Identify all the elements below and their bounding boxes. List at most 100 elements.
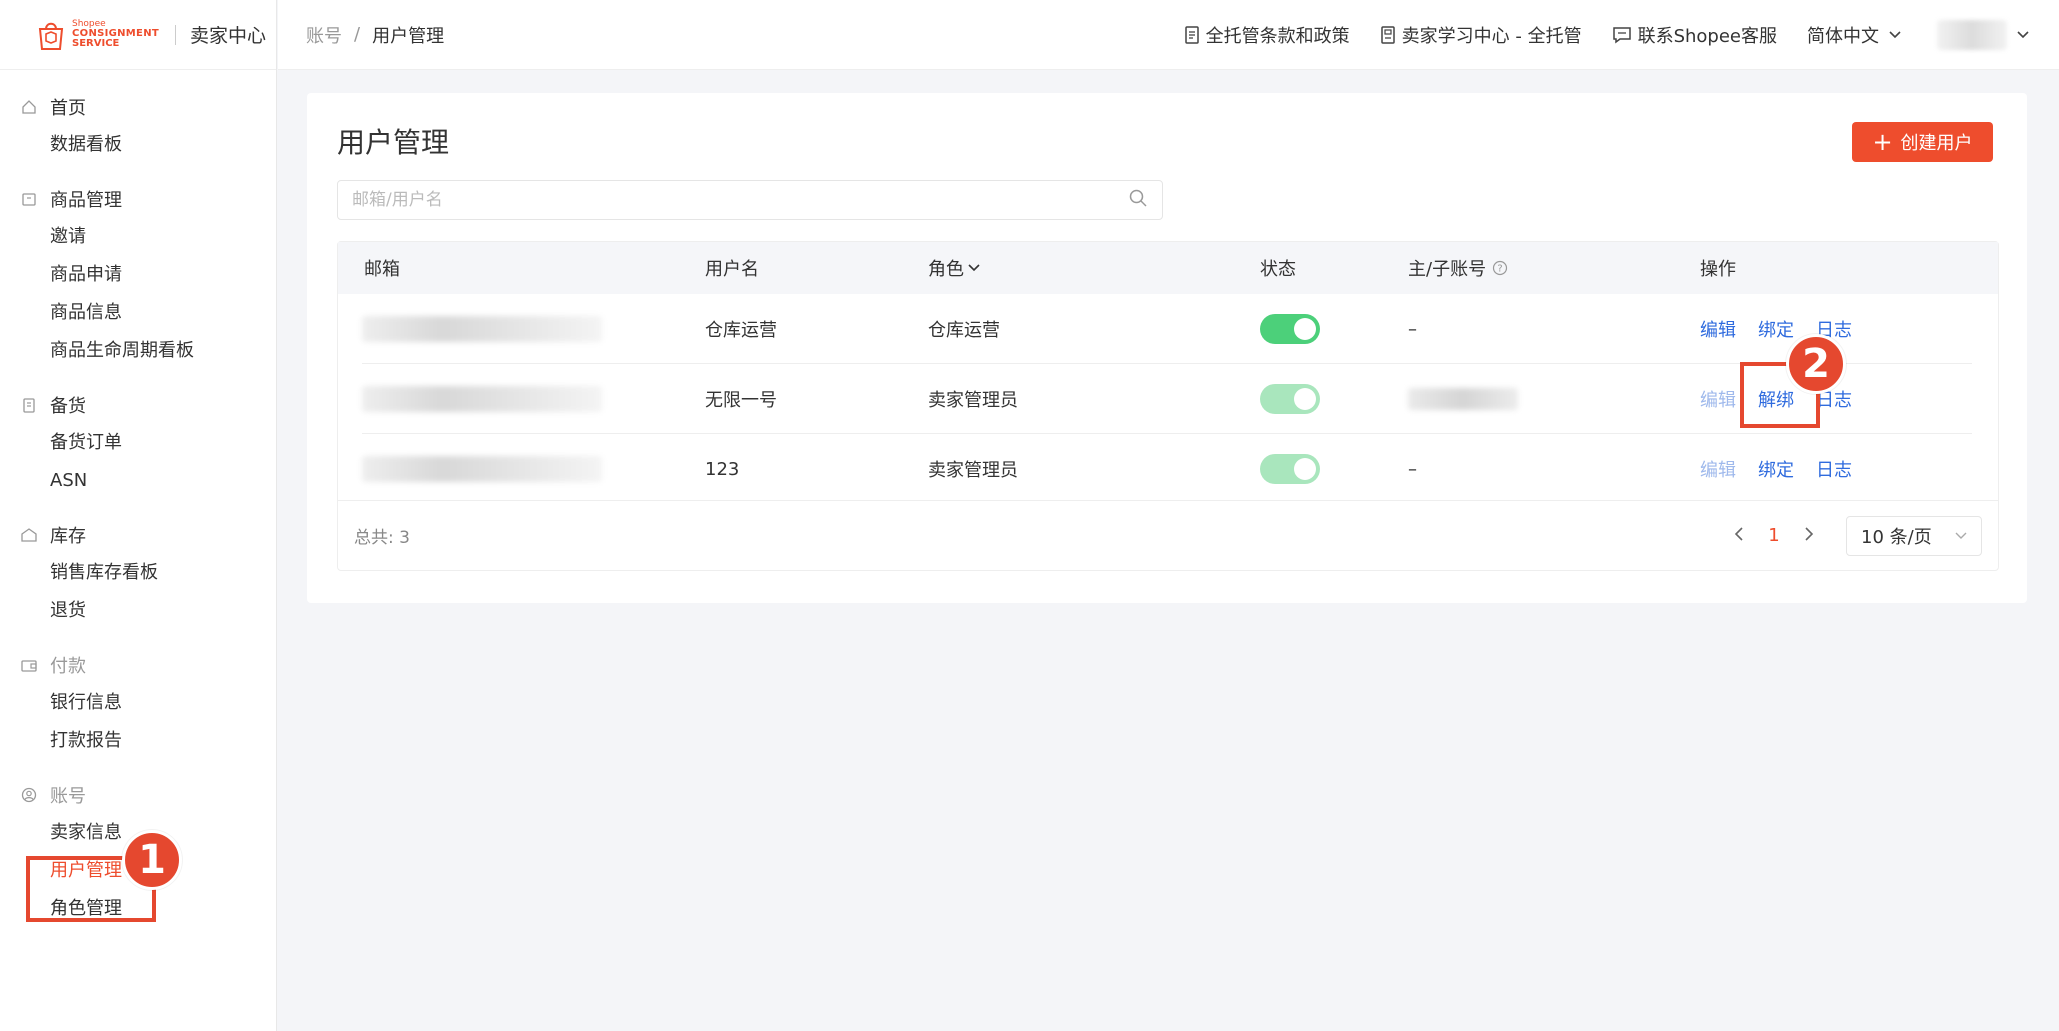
book-icon: [1380, 25, 1396, 44]
column-header-username: 用户名: [705, 259, 759, 280]
sidebar-group-header[interactable]: 商品管理: [0, 180, 276, 218]
column-header-role[interactable]: 角色: [928, 255, 980, 281]
sidebar-group-label: 账号: [50, 786, 86, 807]
sidebar-item[interactable]: 商品申请: [0, 256, 276, 294]
cell-username: 仓库运营: [705, 320, 777, 341]
sidebar-item[interactable]: 销售库存看板: [0, 554, 276, 592]
table-row: 仓库运营 仓库运营 – 编辑 绑定 日志: [362, 294, 1972, 364]
account-redacted: [1408, 388, 1518, 410]
cell-role: 卖家管理员: [928, 460, 1018, 481]
total-count: 总共: 3: [354, 528, 410, 548]
home-icon: [20, 98, 38, 116]
logo-area: Shopee CONSIGNMENT SERVICE 卖家中心: [0, 0, 276, 70]
next-page-icon[interactable]: [1794, 525, 1824, 546]
user-management-card: 用户管理 + 创建用户 邮箱 用户名 角色 状态 主/子账号 ?: [307, 93, 2027, 603]
status-toggle[interactable]: [1260, 384, 1320, 414]
bind-link[interactable]: 绑定: [1758, 456, 1794, 482]
logo-line3: SERVICE: [72, 38, 120, 49]
terms-policy-link[interactable]: 全托管条款和政策: [1184, 22, 1350, 48]
status-toggle[interactable]: [1260, 454, 1320, 484]
column-header-email: 邮箱: [364, 259, 400, 280]
contact-support-link[interactable]: 联系Shopee客服: [1612, 22, 1777, 48]
contact-support-label: 联系Shopee客服: [1637, 25, 1777, 47]
sidebar-item[interactable]: 备货订单: [0, 424, 276, 462]
header-links: 全托管条款和政策 卖家学习中心 - 全托管 联系Shopee客服 简体中文: [1154, 19, 2059, 50]
clipboard-icon: [20, 396, 38, 414]
sidebar-nav: 首页 数据看板 商品管理 邀请 商品申请 商品信息 商品生命周期看板 备货 备货订单 ASN 库存销…: [0, 70, 276, 928]
sidebar-item[interactable]: 银行信息: [0, 684, 276, 722]
cell-email: [362, 294, 602, 364]
toggle-knob: [1294, 388, 1316, 410]
sidebar-group: 备货 备货订单 ASN: [0, 386, 276, 500]
bind-link[interactable]: 绑定: [1758, 316, 1794, 342]
help-icon[interactable]: ?: [1492, 260, 1508, 276]
search-icon[interactable]: [1128, 188, 1148, 212]
sidebar-group-header[interactable]: 备货: [0, 386, 276, 424]
sidebar-group: 首页 数据看板: [0, 88, 276, 164]
prev-page-icon[interactable]: [1724, 525, 1754, 546]
search-box[interactable]: [337, 180, 1163, 220]
toggle-knob: [1294, 458, 1316, 480]
user-menu-chevron-icon[interactable]: [2017, 30, 2029, 39]
wallet-icon: [20, 656, 38, 674]
chat-icon: [1612, 26, 1632, 44]
email-redacted: [362, 386, 602, 412]
language-selector[interactable]: 简体中文: [1807, 22, 1901, 48]
cell-role: 卖家管理员: [928, 390, 1018, 411]
page-title: 用户管理: [337, 126, 450, 159]
sidebar-group-header[interactable]: 库存: [0, 516, 276, 554]
user-account-avatar[interactable]: [1937, 19, 2007, 50]
sidebar-group-header[interactable]: 账号: [0, 776, 276, 814]
cell-email: [362, 434, 602, 504]
log-link[interactable]: 日志: [1816, 456, 1852, 482]
edit-link[interactable]: 编辑: [1700, 316, 1736, 342]
search-input[interactable]: [352, 190, 1128, 210]
sidebar-item[interactable]: 邀请: [0, 218, 276, 256]
role-header-label: 角色: [928, 259, 964, 280]
cell-email: [362, 364, 602, 434]
sidebar-item[interactable]: ASN: [0, 462, 276, 500]
language-label: 简体中文: [1807, 25, 1879, 47]
row-actions: 编辑 绑定 日志: [1700, 316, 1874, 342]
top-header: 账号 / 用户管理 全托管条款和政策 卖家学习中心 - 全托管 联系Shopee…: [278, 0, 2059, 70]
page-size-select[interactable]: 10 条/页: [1846, 515, 1982, 556]
sidebar-group-label: 库存: [50, 526, 86, 547]
table-row: 无限一号 卖家管理员 编辑 解绑 日志: [362, 364, 1972, 434]
create-user-button[interactable]: + 创建用户: [1852, 122, 1993, 162]
cell-account-type: [1408, 364, 1518, 434]
document-icon: [1184, 25, 1200, 44]
sidebar-item[interactable]: 商品信息: [0, 294, 276, 332]
edit-link[interactable]: 编辑: [1700, 386, 1736, 412]
edit-link[interactable]: 编辑: [1700, 456, 1736, 482]
cell-status: [1260, 364, 1320, 434]
sort-chevron-icon: [968, 264, 980, 272]
breadcrumb-separator: /: [354, 24, 361, 45]
account-type-header-label: 主/子账号: [1408, 259, 1487, 280]
sidebar-group: 库存销售库存看板 退货: [0, 516, 276, 630]
warehouse-icon: [20, 526, 38, 544]
breadcrumb-parent[interactable]: 账号: [306, 22, 342, 48]
user-circle-icon: [20, 786, 38, 804]
cell-role: 仓库运营: [928, 320, 1000, 341]
status-toggle[interactable]: [1260, 314, 1320, 344]
logo-divider: [174, 24, 176, 45]
sidebar-item[interactable]: 商品生命周期看板: [0, 332, 276, 370]
table-header: 邮箱 用户名 角色 状态 主/子账号 ? 操作: [338, 242, 1998, 294]
table-footer: 总共: 3 1 10 条/页: [338, 500, 1998, 570]
sidebar-item[interactable]: 退货: [0, 592, 276, 630]
row-actions: 编辑 绑定 日志: [1700, 456, 1874, 482]
sidebar-item[interactable]: 数据看板: [0, 126, 276, 164]
chevron-down-icon: [1955, 532, 1967, 540]
sidebar-group-label: 商品管理: [50, 190, 122, 211]
sidebar-item[interactable]: 打款报告: [0, 722, 276, 760]
sidebar-group-header[interactable]: 付款: [0, 646, 276, 684]
shopee-bag-logo-icon: [36, 19, 66, 51]
cell-username: 无限一号: [705, 390, 777, 411]
cell-account-type: –: [1408, 458, 1417, 480]
current-page[interactable]: 1: [1754, 525, 1794, 546]
pagination: 1 10 条/页: [1724, 515, 1982, 556]
cell-account-type: –: [1408, 318, 1417, 340]
sidebar-group-header[interactable]: 首页: [0, 88, 276, 126]
logo-wordmark: Shopee CONSIGNMENT SERVICE: [72, 20, 159, 49]
learning-center-link[interactable]: 卖家学习中心 - 全托管: [1380, 22, 1582, 48]
